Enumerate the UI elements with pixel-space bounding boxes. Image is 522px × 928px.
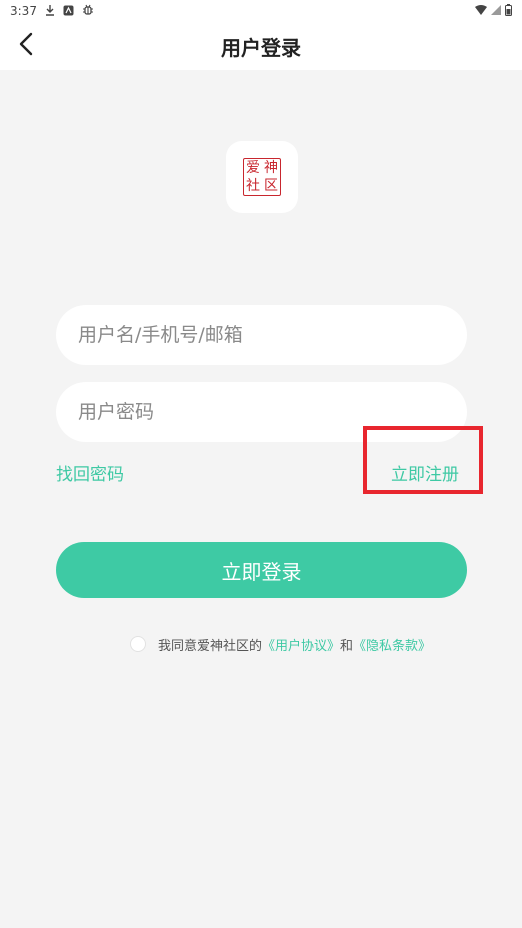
login-button[interactable]: 立即登录 — [56, 542, 467, 598]
chevron-left-icon — [18, 32, 34, 60]
seal-char: 社 — [246, 178, 260, 194]
nav-bar: 用户登录 — [0, 22, 522, 70]
agreement-and: 和 — [340, 638, 354, 654]
wifi-icon — [475, 5, 487, 17]
privacy-policy-link[interactable]: 《隐私条款》 — [353, 635, 431, 654]
status-time: 3:37 — [10, 4, 37, 18]
app-logo: 爱 神 社 区 — [226, 141, 298, 213]
forgot-password-link[interactable]: 找回密码 — [56, 460, 124, 485]
agreement-prefix: 我同意爱神社区的 — [158, 638, 263, 654]
seal-char: 区 — [264, 178, 278, 194]
seal-char: 爱 — [246, 160, 260, 176]
signal-icon — [491, 5, 501, 17]
status-bar: 3:37 — [0, 0, 522, 22]
status-right — [475, 4, 512, 18]
notification-a-icon — [63, 5, 74, 18]
battery-icon — [505, 4, 512, 18]
highlight-box — [363, 426, 483, 494]
agreement-checkbox[interactable] — [130, 636, 146, 652]
username-input[interactable] — [78, 324, 445, 346]
user-agreement-link[interactable]: 《用户协议》 — [262, 635, 340, 654]
username-field-wrapper — [56, 305, 467, 365]
agreement-row: 我同意爱神社区的 《用户协议》 和 《隐私条款》 — [130, 632, 431, 656]
status-left: 3:37 — [10, 4, 94, 18]
password-input[interactable] — [78, 401, 445, 423]
notification-bug-icon — [82, 4, 94, 18]
page-title: 用户登录 — [221, 35, 301, 60]
back-button[interactable] — [10, 30, 42, 62]
download-icon — [45, 4, 55, 18]
seal-logo-icon: 爱 神 社 区 — [243, 158, 281, 196]
seal-char: 神 — [264, 160, 278, 176]
